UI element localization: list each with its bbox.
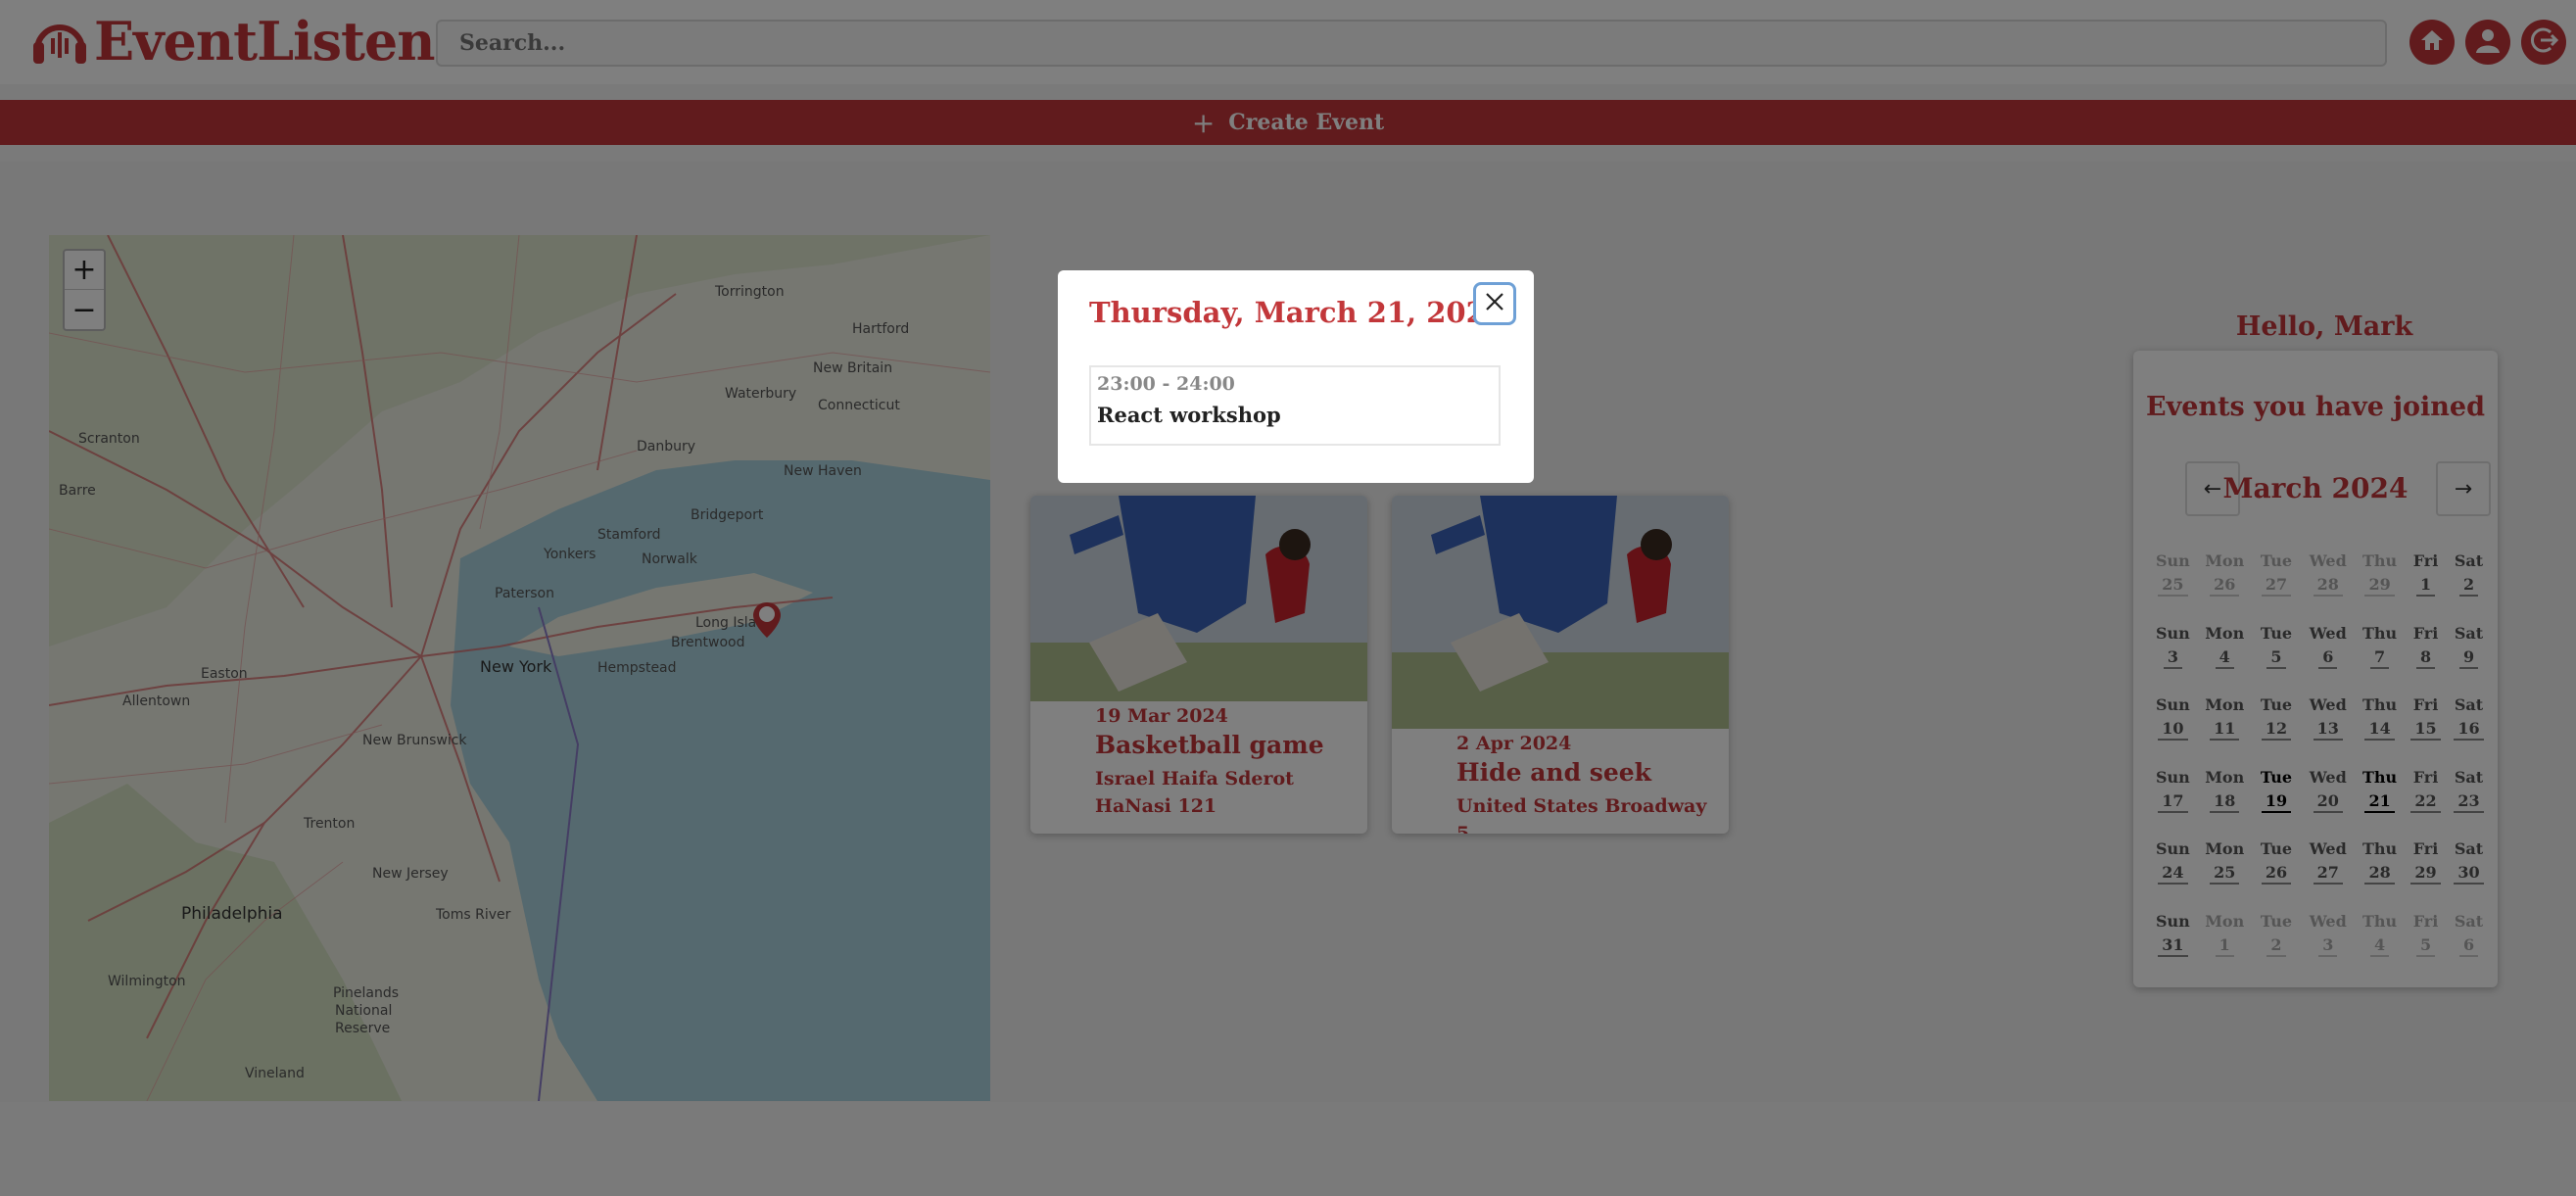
event-time: 23:00 - 24:00 bbox=[1097, 373, 1235, 395]
event-name: React workshop bbox=[1097, 403, 1281, 427]
close-icon bbox=[1485, 292, 1504, 315]
modal-backdrop[interactable] bbox=[0, 0, 2576, 1196]
day-events-modal: Thursday, March 21, 2024 23:00 - 24:00 R… bbox=[1058, 270, 1534, 483]
modal-title: Thursday, March 21, 2024 bbox=[1089, 296, 1505, 329]
close-button[interactable] bbox=[1473, 282, 1516, 325]
modal-event-item[interactable]: 23:00 - 24:00 React workshop bbox=[1089, 365, 1501, 446]
